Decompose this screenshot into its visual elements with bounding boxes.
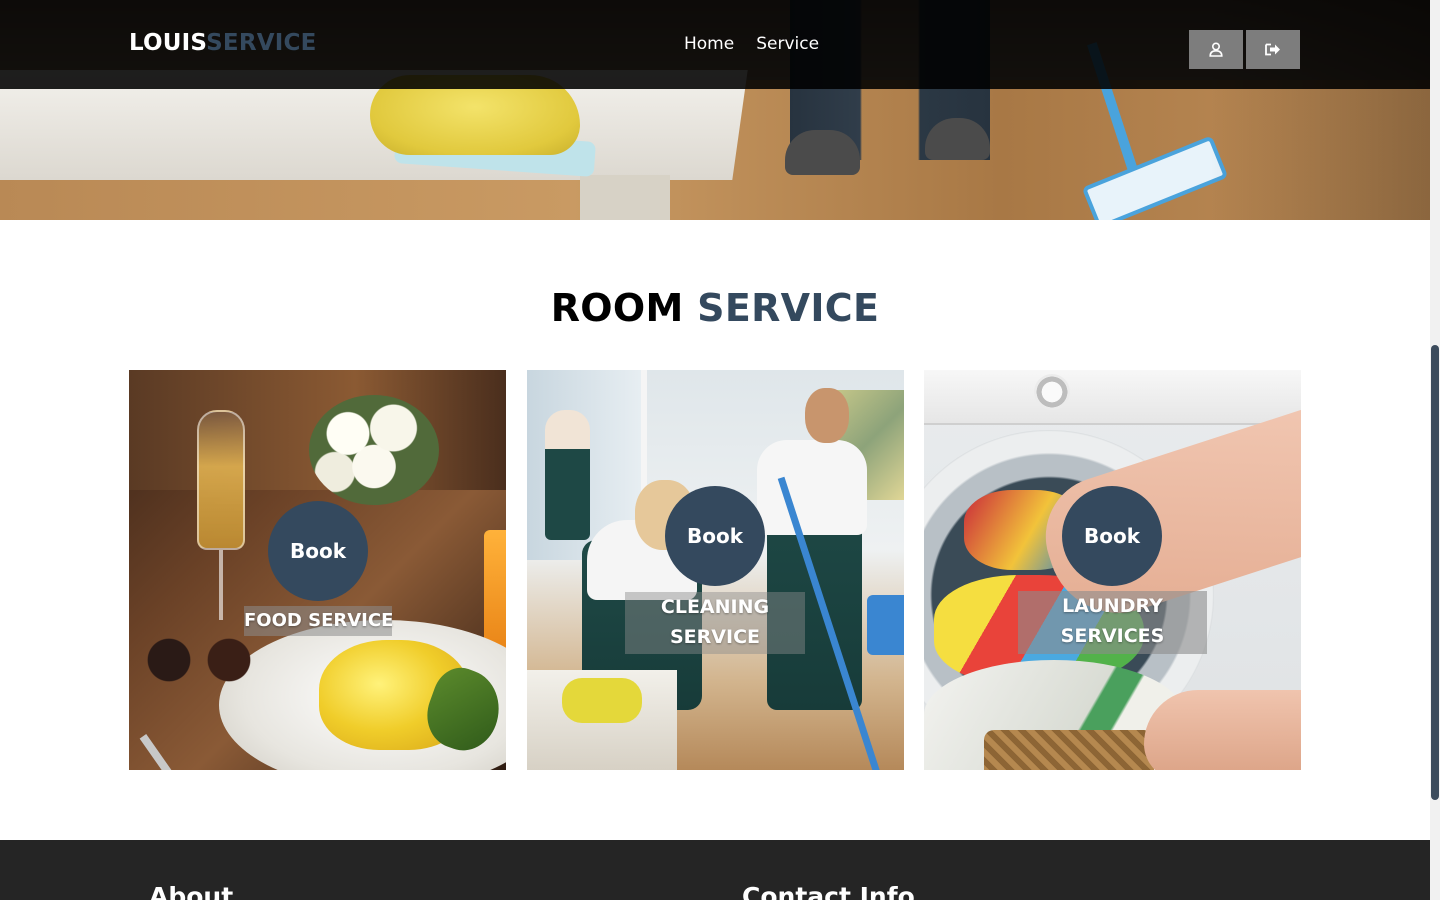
nav-links: Home Service (684, 34, 819, 54)
book-button-food[interactable]: Book (268, 501, 368, 601)
page-scrollbar[interactable] (1430, 0, 1440, 900)
service-card-laundry[interactable]: Book LAUNDRY SERVICES (924, 370, 1301, 770)
hero-table-leg (580, 175, 670, 220)
user-button[interactable] (1189, 30, 1243, 69)
navbar: LOUISSERVICE Home Service (0, 0, 1430, 89)
card-label-laundry-line2: SERVICES (1060, 625, 1165, 647)
book-button-laundry[interactable]: Book (1062, 486, 1162, 586)
section-title-part2: SERVICE (697, 286, 880, 330)
nav-link-service[interactable]: Service (756, 34, 819, 54)
card-label-cleaning-line2: SERVICE (670, 626, 760, 648)
hero-shoe (785, 130, 860, 175)
scrollbar-thumb[interactable] (1431, 345, 1439, 800)
footer-contact-heading: Contact Info (742, 882, 915, 900)
card-label-food: FOOD SERVICE (244, 606, 393, 636)
service-card-cleaning[interactable]: Book CLEANING SERVICE (527, 370, 904, 770)
user-icon (1209, 42, 1223, 57)
footer: About Contact Info (0, 840, 1430, 900)
footer-about-heading: About (149, 882, 234, 900)
logout-icon (1265, 43, 1280, 56)
section-title: ROOM SERVICE (0, 286, 1430, 330)
card-label-laundry-line1: LAUNDRY (1062, 595, 1163, 617)
brand-logo[interactable]: LOUISSERVICE (129, 30, 317, 56)
card-label-laundry: LAUNDRY SERVICES (1018, 591, 1207, 654)
brand-logo-part2: SERVICE (206, 30, 317, 56)
card-label-cleaning: CLEANING SERVICE (625, 592, 805, 654)
logout-button[interactable] (1246, 30, 1300, 69)
nav-link-home[interactable]: Home (684, 34, 734, 54)
section-title-part1: ROOM (550, 286, 684, 330)
service-card-food[interactable]: Book FOOD SERVICE (129, 370, 506, 770)
book-button-cleaning[interactable]: Book (665, 486, 765, 586)
brand-logo-part1: LOUIS (129, 30, 207, 56)
card-label-cleaning-line1: CLEANING (660, 596, 770, 618)
